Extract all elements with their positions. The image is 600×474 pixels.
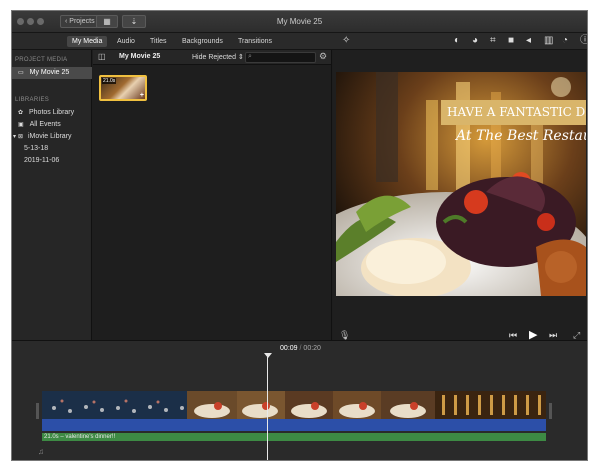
libraries-header: LIBRARIES xyxy=(15,97,50,103)
playhead[interactable] xyxy=(267,357,268,460)
window-title: My Movie 25 xyxy=(276,17,323,26)
search-icon: ⌕ xyxy=(248,53,252,60)
tab-titles[interactable]: Titles xyxy=(145,36,171,47)
clip-filmstrip xyxy=(42,391,546,419)
magic-wand-icon[interactable]: ✧ xyxy=(342,35,350,47)
clip-trim-handle-right[interactable] xyxy=(549,403,552,419)
clip-trim-handle-left[interactable] xyxy=(36,403,39,419)
video-preview[interactable]: HAVE A FANTASTIC DI At The Best Restaura xyxy=(336,72,586,296)
disclosure-triangle-icon[interactable]: ▾ xyxy=(13,134,16,140)
tab-my-media[interactable]: My Media xyxy=(67,36,108,47)
tab-audio[interactable]: Audio xyxy=(112,36,140,47)
sidebar-item-photos-library[interactable]: ✿ Photos Library xyxy=(12,107,92,119)
clip-duration-badge: 21.0s xyxy=(102,78,117,84)
viewer-panel: HAVE A FANTASTIC DI At The Best Restaura… xyxy=(333,50,587,341)
title-bar: ‹ Projects ▦ ⇣ My Movie 25 xyxy=(12,11,587,33)
search-input[interactable]: ⌕ xyxy=(245,52,316,63)
subtitle-text: At The Best Restaura xyxy=(456,128,586,144)
sidebar-item-project[interactable]: ▭ My Movie 25 xyxy=(12,67,92,79)
content-toolbar: My Media Audio Titles Backgrounds Transi… xyxy=(12,33,587,50)
library-sidebar: PROJECT MEDIA ▭ My Movie 25 LIBRARIES ✿ … xyxy=(12,50,92,340)
audio-clip-track[interactable]: 21.0s – valentine's dinner!! xyxy=(42,433,546,441)
film-icon: ▭ xyxy=(18,70,24,76)
timecode-display: 00:09 / 00:20 xyxy=(280,345,321,352)
speed-icon[interactable]: ◔ xyxy=(562,35,568,47)
sidebar-item-event-2019-11-06[interactable]: 2019-11-06 xyxy=(12,155,92,167)
chevron-updown-icon: ⇕ xyxy=(237,54,244,61)
tab-backgrounds[interactable]: Backgrounds xyxy=(177,36,228,47)
media-clip-thumbnail[interactable]: 21.0s + xyxy=(99,75,147,101)
add-to-project-icon[interactable]: + xyxy=(140,92,144,99)
timeline-panel: 00:09 / 00:20 21.0s – valentine's dinner… xyxy=(12,340,587,460)
color-balance-icon[interactable]: ◐ xyxy=(454,35,460,47)
tab-transitions[interactable]: Transitions xyxy=(233,36,277,47)
color-correction-icon[interactable]: ◕ xyxy=(472,35,478,47)
title-track[interactable] xyxy=(42,419,546,431)
photos-icon: ✿ xyxy=(18,110,24,116)
sidebar-item-all-events[interactable]: ▣ All Events xyxy=(12,119,92,131)
filter-dropdown[interactable]: Hide Rejected ⇕ xyxy=(192,53,244,61)
events-icon: ▣ xyxy=(18,122,24,128)
info-icon[interactable]: ⓘ xyxy=(580,35,587,47)
music-note-icon: ♫ xyxy=(38,447,44,456)
media-browser: ◫ My Movie 25 Hide Rejected ⇕ ⌕ ⚙ 21.0s … xyxy=(93,50,332,340)
noise-reduction-icon[interactable]: ▥ xyxy=(544,35,553,47)
sidebar-item-event-5-13-18[interactable]: 5-13-18 xyxy=(12,143,92,155)
sidebar-item-imovie-library[interactable]: ▾ ⊠ iMovie Library xyxy=(12,131,92,143)
project-media-header: PROJECT MEDIA xyxy=(15,57,68,63)
stabilization-icon[interactable]: ■ xyxy=(508,35,514,47)
library-icon: ⊠ xyxy=(17,134,23,140)
volume-icon[interactable]: ◂ xyxy=(526,35,531,47)
browser-title: My Movie 25 xyxy=(119,53,161,60)
imovie-window: ‹ Projects ▦ ⇣ My Movie 25 My Media Audi… xyxy=(11,10,588,461)
sidebar-toggle-icon[interactable]: ◫ xyxy=(98,52,106,61)
video-clip-track[interactable] xyxy=(42,391,546,419)
playhead-marker[interactable] xyxy=(264,353,272,358)
title-banner: HAVE A FANTASTIC DI xyxy=(441,100,586,125)
settings-gear-icon[interactable]: ⚙ xyxy=(319,51,327,62)
crop-icon[interactable]: ⌗ xyxy=(490,35,496,47)
browser-header: ◫ My Movie 25 Hide Rejected ⇕ ⌕ ⚙ xyxy=(93,50,331,65)
